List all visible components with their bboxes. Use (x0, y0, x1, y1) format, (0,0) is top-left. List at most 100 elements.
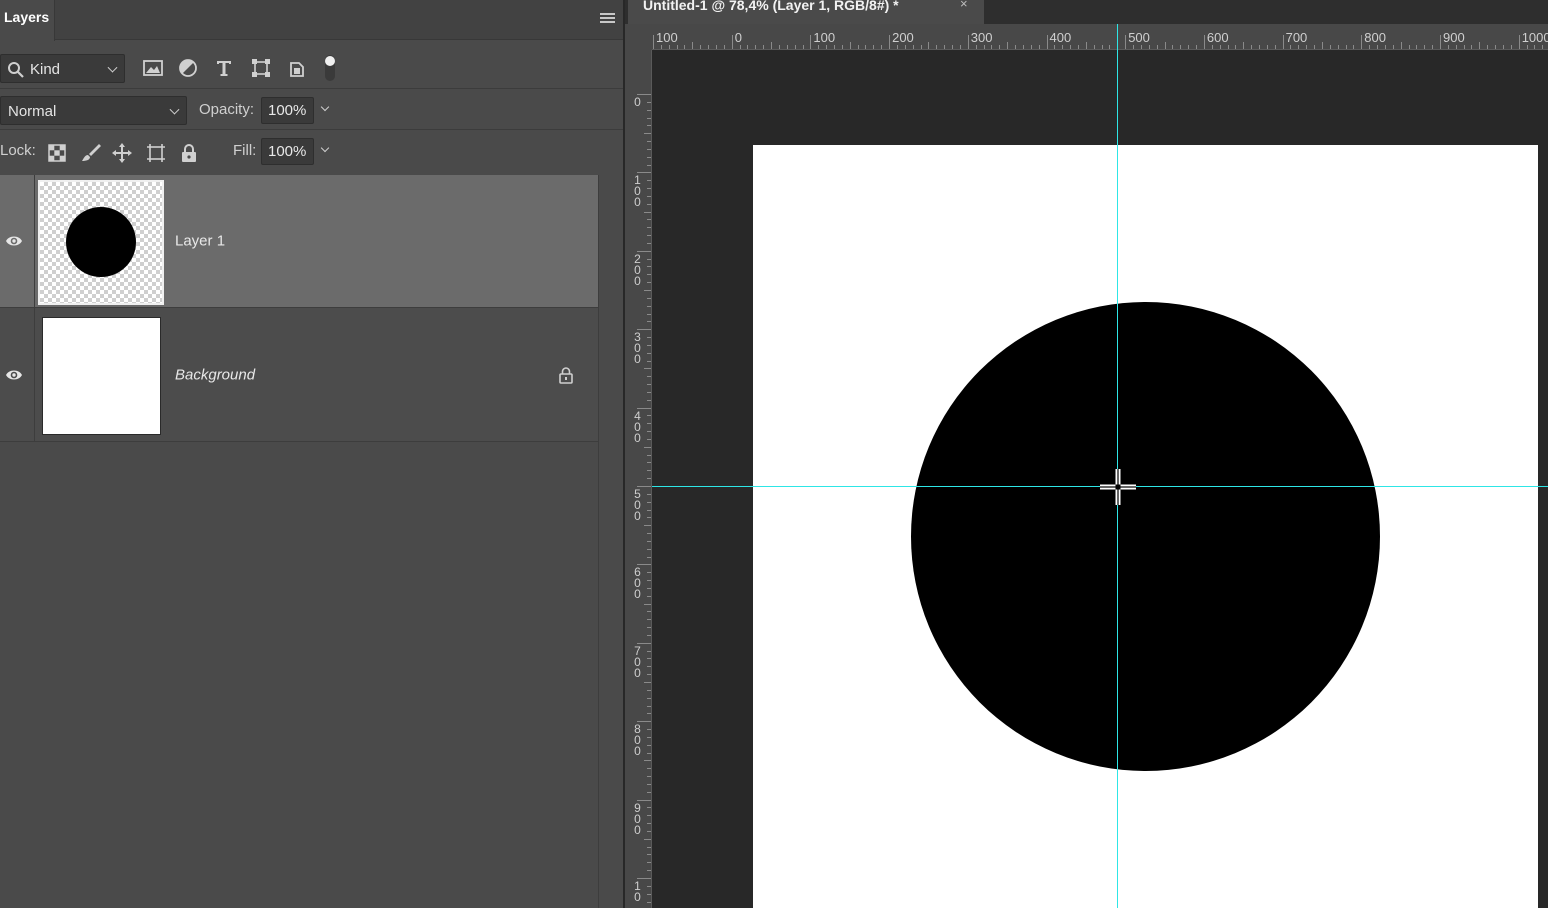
ruler-minor-tick (739, 45, 741, 49)
ruler-minor-tick (755, 45, 757, 49)
opacity-slider-toggle[interactable] (315, 98, 337, 122)
type-layer-filter-icon[interactable] (213, 57, 235, 79)
ruler-minor-tick (1534, 45, 1536, 49)
ruler-label: 600 (1206, 30, 1229, 45)
ruler-label: 900 (1443, 30, 1465, 45)
ruler-label: 100 (813, 30, 836, 45)
ruler-minor-tick (999, 45, 1001, 49)
ruler-minor-tick (684, 45, 686, 49)
smart-object-filter-icon[interactable] (286, 57, 308, 79)
layers-scrollbar[interactable] (598, 175, 623, 908)
layer-filter-row: Kind (0, 41, 623, 89)
vertical-ruler[interactable]: 0 100 200 300 400 500 600 700 800 900 10 (625, 50, 652, 908)
ruler-minor-tick (660, 45, 662, 49)
chevron-down-icon (107, 62, 118, 73)
panel-menu-icon[interactable] (600, 13, 615, 25)
pixel-layer-filter-icon[interactable] (142, 57, 164, 79)
close-icon[interactable]: × (960, 0, 968, 10)
filter-toggle-icon[interactable] (320, 53, 340, 83)
fill-input[interactable]: 100% (261, 138, 314, 165)
ruler-minor-tick (1510, 45, 1512, 49)
black-circle-shape[interactable] (911, 302, 1380, 771)
document-tab[interactable]: Untitled-1 @ 78,4% (Layer 1, RGB/8#) * × (628, 0, 984, 24)
lock-row: Lock: Fill: 100% (0, 130, 623, 174)
horizontal-ruler[interactable]: 100 0 100 200 300 400 500 600 700 800 900 1000 (652, 24, 1548, 50)
lock-transparent-pixels-icon[interactable] (46, 142, 68, 164)
ruler-minor-tick (692, 42, 694, 49)
layer-name[interactable]: Background (175, 366, 255, 383)
opacity-input[interactable]: 100% (261, 97, 314, 124)
ruler-minor-tick (991, 45, 993, 49)
ruler-minor-tick (1093, 45, 1095, 49)
lock-label: Lock: (0, 142, 36, 159)
layer-row-layer-1[interactable]: Layer 1 (0, 175, 598, 308)
ruler-label: 500 (634, 487, 641, 523)
blend-mode-dropdown[interactable]: Normal (0, 96, 187, 125)
ruler-minor-tick (1251, 45, 1253, 49)
ruler-origin[interactable] (625, 24, 652, 50)
ruler-label: 1000 (1521, 30, 1548, 45)
move-cursor-icon (1100, 469, 1136, 505)
lock-artboard-icon[interactable] (145, 142, 167, 164)
document-canvas[interactable] (753, 145, 1538, 908)
ruler-minor-tick (1298, 45, 1300, 49)
ruler-minor-tick (771, 42, 773, 49)
ruler-minor-tick (1140, 45, 1142, 49)
ruler-minor-tick (1054, 45, 1056, 49)
shape-layer-filter-icon[interactable] (250, 57, 272, 79)
ruler-minor-tick (1542, 45, 1544, 49)
ruler-minor-tick (904, 45, 906, 49)
layer-thumbnail[interactable] (42, 317, 161, 435)
lock-icon[interactable] (557, 366, 575, 384)
lock-position-move-icon[interactable] (111, 142, 133, 164)
adjustment-layer-filter-icon[interactable] (177, 57, 199, 79)
filter-kind-dropdown[interactable]: Kind (0, 54, 125, 83)
layer-name[interactable]: Layer 1 (175, 233, 225, 250)
ruler-minor-tick (1471, 45, 1473, 49)
ruler-minor-tick (700, 45, 702, 49)
ruler-minor-tick (1345, 45, 1347, 49)
ruler-minor-tick (1156, 45, 1158, 49)
blend-mode-value: Normal (8, 103, 57, 120)
lock-all-icon[interactable] (178, 142, 200, 164)
ruler-minor-tick (747, 45, 749, 49)
ruler-minor-tick (1487, 45, 1489, 49)
ruler-minor-tick (1133, 45, 1135, 49)
ruler-minor-tick (723, 45, 725, 49)
layer-thumbnail[interactable] (38, 180, 164, 305)
ruler-minor-tick (1416, 45, 1418, 49)
layers-tab[interactable]: Layers (0, 0, 55, 41)
vertical-guide[interactable] (1117, 24, 1118, 908)
ruler-label: 100 (656, 30, 678, 45)
ruler-minor-tick (1227, 45, 1229, 49)
ruler-minor-tick (1235, 45, 1237, 49)
ruler-minor-tick (896, 45, 898, 49)
ruler-minor-tick (1377, 45, 1379, 49)
ruler-minor-tick (1392, 45, 1394, 49)
ruler-minor-tick (1337, 45, 1339, 49)
ruler-minor-tick (802, 45, 804, 49)
ruler-minor-tick (1353, 45, 1355, 49)
layer-row-background[interactable]: Background (0, 308, 598, 442)
ruler-label: 200 (892, 30, 914, 45)
ruler-minor-tick (849, 42, 851, 49)
ruler-minor-tick (818, 45, 820, 49)
ruler-minor-tick (1455, 45, 1457, 49)
filter-kind-label: Kind (30, 61, 61, 78)
ruler-minor-tick (644, 760, 651, 762)
lock-image-pixels-brush-icon[interactable] (80, 142, 102, 164)
visibility-column (0, 175, 35, 307)
ruler-minor-tick (1211, 45, 1213, 49)
eye-icon[interactable] (5, 368, 23, 382)
ruler-minor-tick (1266, 45, 1268, 49)
eye-icon[interactable] (5, 234, 23, 248)
ruler-minor-tick (1258, 45, 1260, 49)
ruler-minor-tick (928, 42, 930, 49)
chevron-down-icon (320, 102, 330, 112)
ruler-minor-tick (865, 45, 867, 49)
ruler-label: 800 (634, 722, 641, 759)
layers-panel: Layers Kind Normal Opacity: 100% Lock: F… (0, 0, 623, 908)
fill-slider-toggle[interactable] (315, 139, 337, 163)
ruler-minor-tick (944, 45, 946, 49)
ruler-minor-tick (1070, 45, 1072, 49)
